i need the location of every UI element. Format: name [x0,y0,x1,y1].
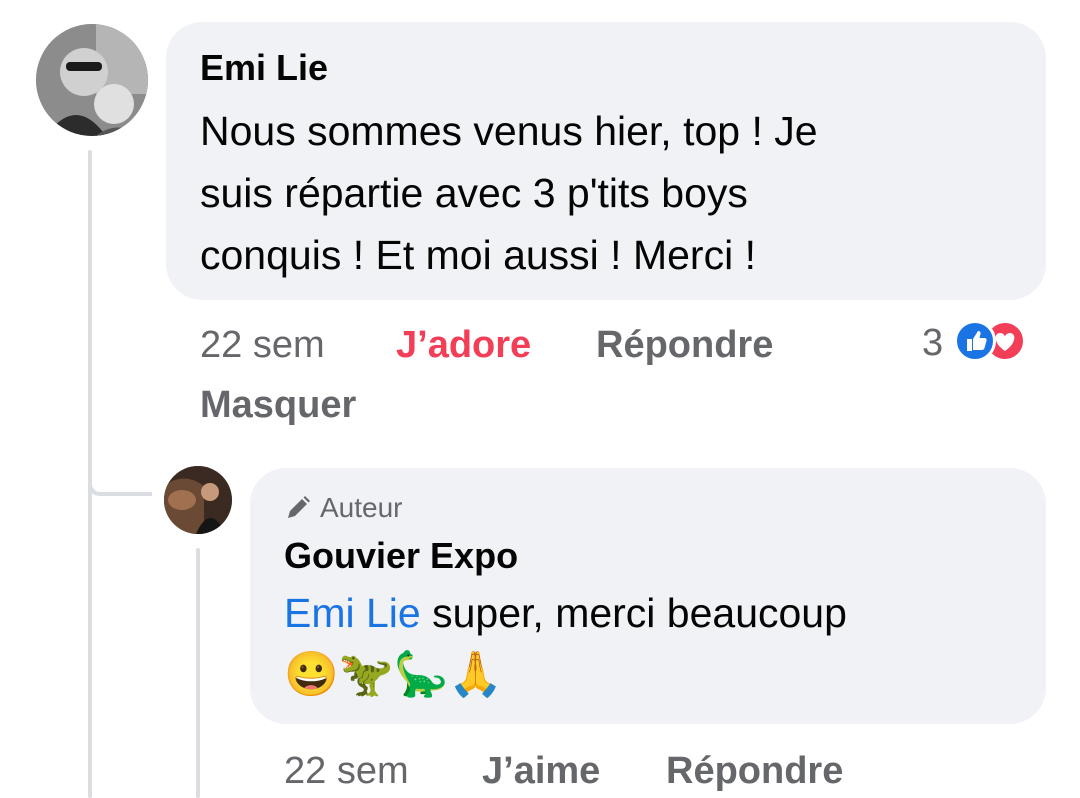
reply-author[interactable]: Gouvier Expo [284,534,1046,578]
thread-line-main [88,150,92,798]
comment-actions: 22 sem J’adore Répondre Masquer [200,322,1040,432]
reply-message: super, merci beaucoup [420,590,847,636]
reply-emojis: 😀🦖🦕🙏 [284,650,504,699]
thread-line-branch [88,484,152,496]
author-badge: Auteur [284,492,1046,524]
reply-actions: 22 sem J’aime Répondre [284,748,1044,798]
comment-text-line: conquis ! Et moi aussi ! Merci ! [200,232,756,278]
hide-button[interactable]: Masquer [200,382,356,428]
like-icon [954,320,996,362]
love-reaction-button[interactable]: J’adore [396,322,531,368]
reaction-count: 3 [922,322,944,364]
comment-text-line: Nous sommes venus hier, top ! Je [200,108,818,154]
comment-bubble: Emi Lie Nous sommes venus hier, top ! Je… [166,22,1046,300]
comment-author[interactable]: Emi Lie [200,46,1046,90]
thread-line-reply [196,548,200,798]
author-badge-label: Auteur [320,492,403,523]
page-profile-photo [164,466,232,534]
reply-button[interactable]: Répondre [596,322,773,368]
avatar[interactable] [36,24,148,136]
mention-link[interactable]: Emi Lie [284,590,421,636]
reply-bubble: Auteur Gouvier Expo Emi Lie super, merci… [250,468,1046,724]
comment-text: Nous sommes venus hier, top ! Je suis ré… [200,100,1046,286]
reply-avatar[interactable] [164,466,232,534]
pencil-icon [284,494,312,522]
reaction-summary[interactable]: 3 [918,318,1048,370]
reply-text-line: Emi Lie super, merci beaucoup [284,582,1046,644]
comment-time[interactable]: 22 sem [200,322,325,368]
comment-text-line: suis répartie avec 3 p'tits boys [200,170,748,216]
reply-reply-button[interactable]: Répondre [666,748,843,794]
profile-photo [36,24,148,136]
reply-time[interactable]: 22 sem [284,748,409,794]
like-button[interactable]: J’aime [482,748,600,794]
reply-text: Emi Lie super, merci beaucoup 😀🦖🦕🙏 [284,582,1046,706]
